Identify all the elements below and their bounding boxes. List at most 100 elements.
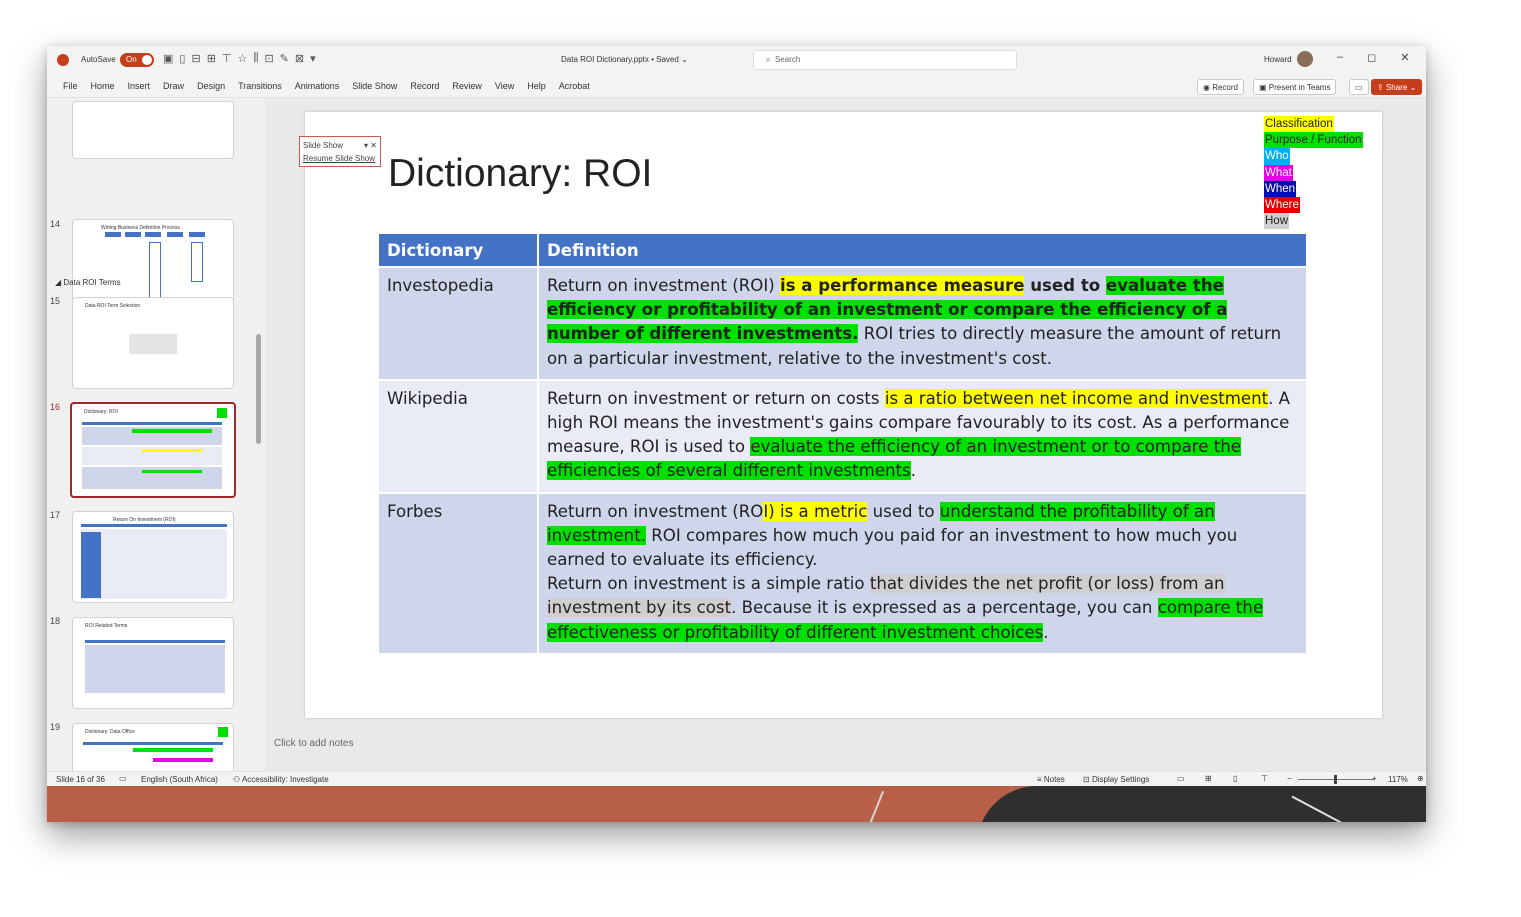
tab-home[interactable]: Home (91, 81, 115, 91)
slide-sorter-icon[interactable]: ⊞ (1205, 774, 1212, 783)
table-row: Forbes Return on investment (ROI) is a me… (379, 491, 1308, 653)
zoom-slider-handle[interactable] (1334, 775, 1337, 784)
section-header[interactable]: ◢ Data ROI Terms (55, 278, 121, 287)
format-painter-icon[interactable]: ✎ (280, 52, 289, 65)
dictionary-source: Investopedia (379, 266, 539, 380)
restore-button[interactable]: ◻ (1367, 51, 1376, 64)
record-button[interactable]: ◉ Record (1197, 79, 1244, 95)
definition-phrase: ROI compares how much you paid for an in… (547, 525, 1238, 570)
slide[interactable]: Dictionary: ROI Classification Purpose / … (305, 112, 1382, 718)
tab-draw[interactable]: Draw (163, 81, 184, 91)
comments-icon[interactable]: ▭ (1349, 79, 1369, 95)
new-file-icon[interactable]: ▯ (179, 52, 185, 65)
group-icon[interactable]: ⊡ (264, 52, 273, 65)
star-icon[interactable]: ☆ (238, 52, 248, 65)
thumbnail-title: Dictionary: Data Office (85, 729, 135, 735)
tab-acrobat[interactable]: Acrobat (559, 81, 590, 91)
layout-icon[interactable]: ⊞ (207, 52, 216, 65)
shapes-icon[interactable]: ⊠ (295, 52, 304, 65)
present-icon[interactable]: ⊤ (222, 52, 232, 65)
normal-view-icon[interactable]: ▭ (1177, 774, 1185, 783)
dictionary-source: Forbes (379, 491, 539, 653)
avatar[interactable] (1297, 51, 1313, 67)
slide-counter[interactable]: Slide 16 of 36 (56, 775, 105, 784)
desktop-background (47, 786, 1426, 822)
slide-title[interactable]: Dictionary: ROI (388, 152, 652, 196)
definition-phrase: . (1043, 622, 1049, 642)
user-name[interactable]: Howard (1264, 55, 1292, 64)
slide-show-popup[interactable]: Slide Show ▾ ✕ Resume Slide Show (299, 136, 381, 167)
customize-icon[interactable]: ▾ (310, 52, 316, 65)
thumbnail-title: Writing Business Definition Process (101, 225, 180, 231)
search-input[interactable]: ⌕ Search (753, 50, 1017, 70)
legend-item-what: What (1264, 164, 1293, 181)
title-bar: AutoSave On ▣ ▯ ⊟ ⊞ ⊤ ☆ ⫼ ⊡ ✎ ⊠ ▾ Data R… (47, 46, 1426, 74)
tab-transitions[interactable]: Transitions (238, 81, 282, 91)
accessibility-status[interactable]: ⚇ Accessibility: Investigate (233, 775, 329, 784)
tab-view[interactable]: View (495, 81, 514, 91)
definition-text: Return on investment (ROI) is a metric u… (538, 491, 1308, 653)
display-settings-button[interactable]: ⊡ Display Settings (1083, 775, 1149, 784)
slide-number: 19 (50, 722, 61, 732)
present-in-teams-button[interactable]: ▣ Present in Teams (1253, 79, 1337, 95)
accessibility-icon: ⚇ (233, 775, 241, 784)
document-title[interactable]: Data ROI Dictionary.pptx • Saved ⌄ (561, 55, 688, 64)
slide-thumbnail-16-selected[interactable]: Dictionary: ROI (70, 402, 236, 498)
tab-help[interactable]: Help (527, 81, 546, 91)
align-icon[interactable]: ⫼ (253, 52, 258, 65)
legend-item-when: When (1264, 180, 1297, 198)
slide-number: 18 (50, 616, 61, 626)
resume-slide-show-link[interactable]: Resume Slide Show (303, 154, 375, 163)
slide-number: 14 (50, 219, 61, 229)
share-button[interactable]: ⇪ Share ⌄ (1371, 79, 1423, 95)
definition-phrase: Return on investment (RO (547, 501, 764, 521)
table-header-definition: Definition (538, 234, 1308, 267)
thumbnail-scrollbar[interactable] (253, 98, 265, 771)
zoom-level[interactable]: 117% (1388, 775, 1408, 784)
ribbon-tabs: File Home Insert Draw Design Transitions Anima… (63, 81, 590, 91)
presenter-view-icon[interactable]: ⊤ (1261, 774, 1268, 783)
slide-thumbnail-13[interactable] (72, 101, 234, 159)
tab-design[interactable]: Design (197, 81, 225, 91)
zoom-out-icon[interactable]: − (1287, 774, 1292, 783)
legend-item-classification: Classification (1264, 116, 1334, 133)
autosave-toggle[interactable]: On (120, 53, 154, 67)
tab-animations[interactable]: Animations (295, 81, 340, 91)
language-label[interactable]: English (South Africa) (141, 775, 218, 784)
fit-slide-icon[interactable]: ⊕ (1417, 774, 1424, 783)
search-icon: ⌕ (766, 55, 771, 64)
zoom-in-icon[interactable]: + (1372, 774, 1377, 783)
slide-thumbnail-17[interactable]: Return On Investment (ROI) (72, 511, 234, 603)
notes-button[interactable]: ≡ Notes (1037, 775, 1065, 784)
table-row: Investopedia Return on investment (ROI) i… (379, 266, 1308, 380)
reading-view-icon[interactable]: ▯ (1233, 774, 1237, 783)
slide-thumbnail-18[interactable]: ROI Related Terms (72, 617, 234, 709)
close-icon[interactable]: ▾ ✕ (364, 139, 377, 152)
tab-file[interactable]: File (63, 81, 78, 91)
slide-show-label: Slide Show (303, 141, 344, 150)
tab-record[interactable]: Record (410, 81, 439, 91)
save-icon[interactable]: ▣ (163, 52, 173, 65)
slide-thumbnail-19[interactable]: Dictionary: Data Office (72, 723, 234, 771)
window-controls: – ◻ ✕ (1337, 51, 1409, 64)
open-icon[interactable]: ⊟ (191, 52, 200, 65)
slide-editing-area: Dictionary: ROI Classification Purpose / … (265, 98, 1426, 771)
definition-phrase: Return on investment (ROI) (547, 276, 780, 295)
slide-thumbnail-15[interactable]: Data ROI Term Selection (72, 297, 234, 389)
spellcheck-icon[interactable]: ▭ (119, 774, 127, 783)
tab-insert[interactable]: Insert (128, 81, 151, 91)
table-header-dictionary: Dictionary (379, 234, 539, 267)
thumbnail-title: ROI Related Terms (85, 623, 128, 629)
highlighted-phrase: is a ratio between net income and invest… (884, 388, 1269, 408)
slide-number: 15 (50, 296, 61, 306)
definitions-table[interactable]: Dictionary Definition Investopedia Return… (379, 234, 1308, 653)
scrollbar-thumb[interactable] (256, 334, 261, 444)
notes-placeholder[interactable]: Click to add notes (274, 738, 354, 749)
close-button[interactable]: ✕ (1400, 51, 1409, 64)
tab-review[interactable]: Review (452, 81, 482, 91)
tab-slide-show[interactable]: Slide Show (352, 81, 397, 91)
legend-item-who: Who (1264, 148, 1290, 165)
highlight-legend[interactable]: Classification Purpose / Function Who What W… (1264, 116, 1363, 230)
slide-number: 16 (50, 402, 61, 412)
minimize-button[interactable]: – (1337, 51, 1343, 64)
